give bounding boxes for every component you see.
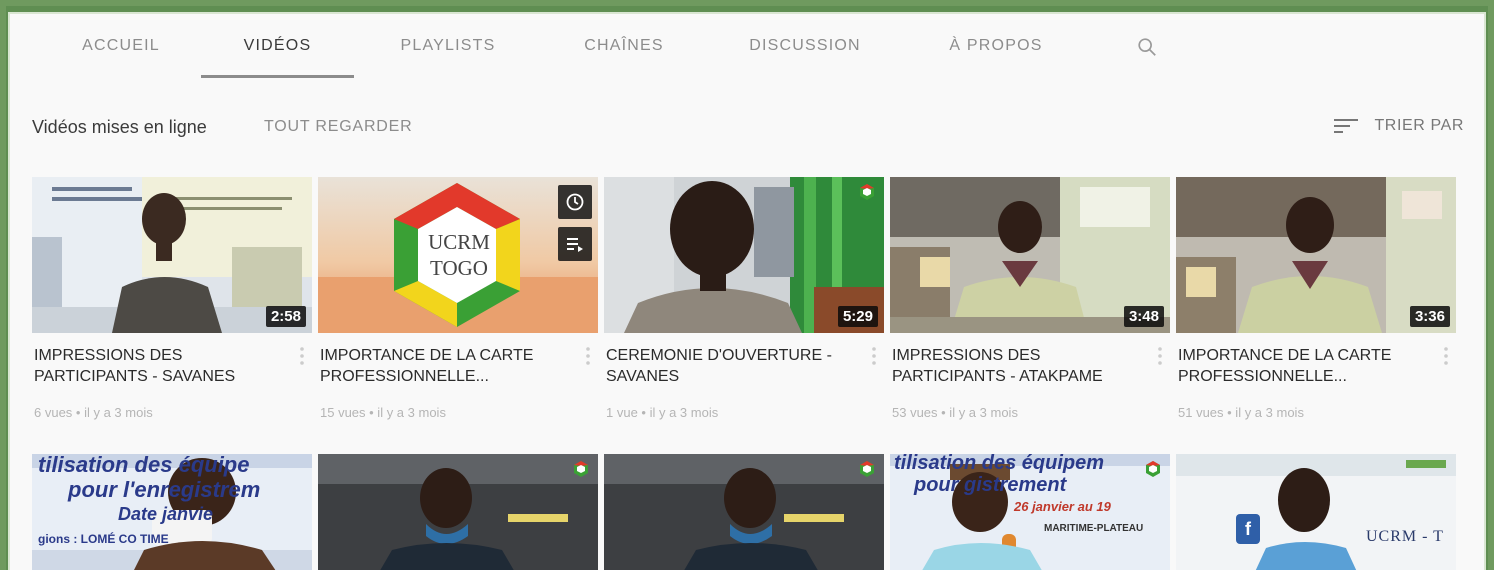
more-vert-icon[interactable] xyxy=(868,345,880,367)
video-thumbnail[interactable]: UCRM TOGO xyxy=(318,177,598,333)
video-thumbnail[interactable]: tilisation des équipe pour l'enregistrem… xyxy=(32,454,312,570)
video-thumbnail[interactable]: tilisation des équipem pour gistrement 2… xyxy=(890,454,1170,570)
logo-text: UCRM TOGO xyxy=(428,230,490,280)
video-thumbnail[interactable]: f UCRM - T xyxy=(1176,454,1456,570)
video-thumbnail[interactable]: 3:36 xyxy=(1176,177,1456,333)
video-thumbnail[interactable] xyxy=(318,454,598,570)
video-card[interactable]: 2:58 IMPRESSIONS DES PARTICIPANTS - SAVAN… xyxy=(32,177,312,420)
video-meta: 15 vues • il y a 3 mois xyxy=(320,405,446,420)
video-thumbnail[interactable]: 3:48 xyxy=(890,177,1170,333)
channel-watermark-icon xyxy=(1146,461,1160,477)
video-meta: 6 vues • il y a 3 mois xyxy=(34,405,153,420)
channel-page: ACCUEIL VIDÉOS PLAYLISTS CHAÎNES DISCUSS… xyxy=(10,14,1484,570)
video-thumbnail[interactable]: 5:29 xyxy=(604,177,884,333)
playlist-add-icon xyxy=(567,238,583,252)
channel-watermark-icon xyxy=(574,461,588,477)
video-title[interactable]: IMPORTANCE DE LA CARTE PROFESSIONNELLE... xyxy=(320,345,565,387)
video-duration: 3:48 xyxy=(1123,306,1164,327)
video-title[interactable]: CEREMONIE D'OUVERTURE - SAVANES xyxy=(606,345,851,387)
more-vert-icon[interactable] xyxy=(582,345,594,367)
tab-a-propos[interactable]: À PROPOS xyxy=(940,14,1052,78)
video-card[interactable] xyxy=(318,454,598,570)
facebook-icon: f xyxy=(1245,518,1251,539)
tab-playlists[interactable]: PLAYLISTS xyxy=(388,14,508,78)
more-vert-icon[interactable] xyxy=(1154,345,1166,367)
video-card[interactable] xyxy=(604,454,884,570)
video-card[interactable]: 5:29 CEREMONIE D'OUVERTURE - SAVANES 1 vu… xyxy=(604,177,884,420)
channel-tabs: ACCUEIL VIDÉOS PLAYLISTS CHAÎNES DISCUSS… xyxy=(10,14,1484,78)
video-card[interactable]: UCRM TOGO IMPORTANCE DE LA CARTE PROFESS… xyxy=(318,177,598,420)
channel-watermark-icon xyxy=(860,461,874,477)
add-to-queue-button[interactable] xyxy=(558,227,592,261)
video-thumbnail[interactable]: 2:58 xyxy=(32,177,312,333)
video-card[interactable]: f UCRM - T xyxy=(1176,454,1456,570)
video-card[interactable]: tilisation des équipe pour l'enregistrem… xyxy=(32,454,312,570)
see-all-button[interactable]: TOUT REGARDER xyxy=(264,118,413,136)
video-card[interactable]: 3:36 IMPORTANCE DE LA CARTE PROFESSIONNEL… xyxy=(1176,177,1456,420)
tab-chaines[interactable]: CHAÎNES xyxy=(570,14,678,78)
video-meta: 53 vues • il y a 3 mois xyxy=(892,405,1018,420)
sort-button[interactable]: TRIER PAR xyxy=(1334,117,1464,135)
video-card[interactable]: tilisation des équipem pour gistrement 2… xyxy=(890,454,1170,570)
banner-text: tilisation des équipe pour l'enregistrem… xyxy=(38,454,261,546)
more-vert-icon[interactable] xyxy=(1440,345,1452,367)
channel-watermark-icon xyxy=(860,184,874,200)
sort-label: TRIER PAR xyxy=(1374,117,1464,134)
video-meta: 51 vues • il y a 3 mois xyxy=(1178,405,1304,420)
clock-icon xyxy=(566,193,584,211)
video-title[interactable]: IMPORTANCE DE LA CARTE PROFESSIONNELLE... xyxy=(1178,345,1423,387)
video-meta: 1 vue • il y a 3 mois xyxy=(606,405,719,420)
search-icon[interactable] xyxy=(1136,36,1158,58)
tab-discussion[interactable]: DISCUSSION xyxy=(740,14,870,78)
tab-videos[interactable]: VIDÉOS xyxy=(201,14,354,78)
section-title: Vidéos mises en ligne xyxy=(32,117,207,137)
banner-text: UCRM - T xyxy=(1366,528,1444,545)
thumbnail-image xyxy=(318,454,598,570)
video-title[interactable]: IMPRESSIONS DES PARTICIPANTS - ATAKPAME xyxy=(892,345,1137,387)
banner-text: tilisation des équipem pour gistrement 2… xyxy=(894,454,1144,534)
sort-icon xyxy=(1334,119,1359,133)
thumbnail-image xyxy=(604,454,884,570)
more-vert-icon[interactable] xyxy=(296,345,308,367)
hover-actions xyxy=(558,185,592,261)
video-duration: 5:29 xyxy=(837,306,878,327)
video-duration: 3:36 xyxy=(1409,306,1450,327)
video-thumbnail[interactable] xyxy=(604,454,884,570)
video-title[interactable]: IMPRESSIONS DES PARTICIPANTS - SAVANES xyxy=(34,345,279,387)
thumbnail-image xyxy=(1176,454,1456,570)
tab-accueil[interactable]: ACCUEIL xyxy=(66,14,176,78)
video-card[interactable]: 3:48 IMPRESSIONS DES PARTICIPANTS - ATAKP… xyxy=(890,177,1170,420)
video-duration: 2:58 xyxy=(265,306,306,327)
watch-later-button[interactable] xyxy=(558,185,592,219)
